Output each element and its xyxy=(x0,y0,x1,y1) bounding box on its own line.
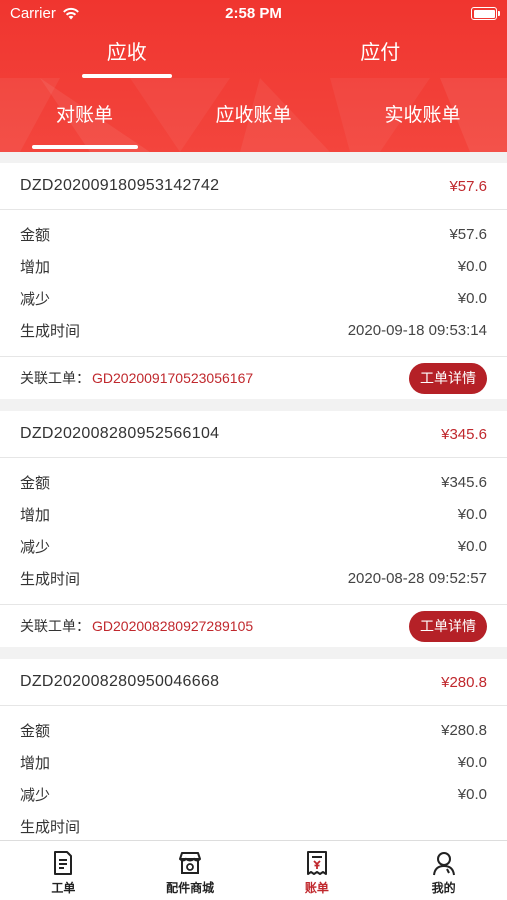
top-tabs: 应收 应付 xyxy=(0,36,507,78)
card-details: 金额 ¥345.6 增加 ¥0.0 减少 ¥0.0 生成时间 2020-08-28 09… xyxy=(0,458,507,605)
amount-row: 金额 ¥280.8 xyxy=(20,714,487,746)
increase-value: ¥0.0 xyxy=(457,753,487,771)
tab-payable[interactable]: 应付 xyxy=(254,36,507,78)
statement-number: DZD202008280952566104 xyxy=(20,425,220,442)
statement-card[interactable]: DZD202008280950046668 ¥280.8 金额 ¥280.8 增加… xyxy=(0,659,507,840)
clock: 2:58 PM xyxy=(225,5,282,22)
statement-list[interactable]: DZD202009180953142742 ¥57.6 金额 ¥57.6 增加 ¥0… xyxy=(0,163,507,840)
work-order-detail-button[interactable]: 工单详情 xyxy=(409,362,487,394)
decrease-row: 减少 ¥0.0 xyxy=(20,778,487,810)
statement-card[interactable]: DZD202009180953142742 ¥57.6 金额 ¥57.6 增加 ¥0… xyxy=(0,163,507,399)
related-order-label: 关联工单： xyxy=(20,370,90,386)
increase-label: 增加 xyxy=(20,506,51,524)
tabbar-item-parts-store[interactable]: 配件商城 xyxy=(127,841,254,900)
decrease-value: ¥0.0 xyxy=(457,289,487,307)
battery-icon xyxy=(471,7,500,20)
tabbar-label: 配件商城 xyxy=(166,881,215,895)
card-footer: 关联工单： GD202008280927289105 工单详情 xyxy=(0,605,507,647)
related-order-number[interactable]: GD202008280927289105 xyxy=(92,618,253,634)
work-order-detail-button[interactable]: 工单详情 xyxy=(409,610,487,642)
decrease-value: ¥0.0 xyxy=(457,785,487,803)
statement-total: ¥280.8 xyxy=(441,673,487,691)
card-details: 金额 ¥57.6 增加 ¥0.0 减少 ¥0.0 生成时间 2020-09-18 09:… xyxy=(0,210,507,357)
amount-row: 金额 ¥57.6 xyxy=(20,218,487,250)
increase-label: 增加 xyxy=(20,754,51,772)
amount-value: ¥280.8 xyxy=(441,721,487,739)
statement-total: ¥57.6 xyxy=(449,177,487,195)
created-row: 生成时间 2020-08-28 09:52:57 xyxy=(20,562,487,594)
card-header: DZD202009180953142742 ¥57.6 xyxy=(0,163,507,210)
related-order-label: 关联工单： xyxy=(20,618,90,634)
created-label: 生成时间 xyxy=(20,570,81,588)
related-order-number[interactable]: GD202009170523056167 xyxy=(92,370,253,386)
created-value: 2020-08-28 09:52:57 xyxy=(347,569,487,587)
work-order-icon xyxy=(54,851,73,875)
store-icon xyxy=(179,852,202,874)
tabbar-item-work-order[interactable]: 工单 xyxy=(0,841,127,900)
amount-label: 金额 xyxy=(20,474,51,492)
created-label: 生成时间 xyxy=(20,322,81,340)
statement-card[interactable]: DZD202008280952566104 ¥345.6 金额 ¥345.6 增加… xyxy=(0,411,507,647)
profile-icon xyxy=(432,852,455,876)
increase-row: 增加 ¥0.0 xyxy=(20,498,487,530)
tabbar-label: 我的 xyxy=(431,881,456,895)
increase-value: ¥0.0 xyxy=(457,257,487,275)
status-bar: Carrier 2:58 PM xyxy=(0,0,507,28)
decrease-row: 减少 ¥0.0 xyxy=(20,530,487,562)
bottom-tab-bar: 工单 配件商城 账单 我的 xyxy=(0,840,507,900)
tab-receivable[interactable]: 应收 xyxy=(0,36,254,78)
bill-icon xyxy=(306,851,327,875)
increase-row: 增加 ¥0.0 xyxy=(20,746,487,778)
amount-label: 金额 xyxy=(20,226,51,244)
sub-tabs: 对账单 应收账单 实收账单 xyxy=(0,96,507,152)
card-header: DZD202008280950046668 ¥280.8 xyxy=(0,659,507,706)
tabbar-label: 工单 xyxy=(51,881,76,895)
amount-label: 金额 xyxy=(20,722,51,740)
header: Carrier 2:58 PM 应收 应付 对账单 应收账单 实收账单 xyxy=(0,0,507,152)
created-value: 2020-09-18 09:53:14 xyxy=(347,321,487,339)
increase-row: 增加 ¥0.0 xyxy=(20,250,487,282)
increase-value: ¥0.0 xyxy=(457,505,487,523)
decrease-value: ¥0.0 xyxy=(457,537,487,555)
subtab-receivable-bill[interactable]: 应收账单 xyxy=(169,96,338,152)
tabbar-item-profile[interactable]: 我的 xyxy=(380,841,507,900)
increase-label: 增加 xyxy=(20,258,51,276)
tabbar-label: 账单 xyxy=(304,881,329,895)
subtab-statement[interactable]: 对账单 xyxy=(0,96,169,152)
created-row: 生成时间 xyxy=(20,810,487,840)
decrease-label: 减少 xyxy=(20,786,51,804)
decrease-label: 减少 xyxy=(20,290,51,308)
tabbar-item-bills[interactable]: 账单 xyxy=(254,841,381,900)
decrease-row: 减少 ¥0.0 xyxy=(20,282,487,314)
created-label: 生成时间 xyxy=(20,818,81,836)
amount-value: ¥57.6 xyxy=(449,225,487,243)
decrease-label: 减少 xyxy=(20,538,51,556)
amount-value: ¥345.6 xyxy=(441,473,487,491)
card-details: 金额 ¥280.8 增加 ¥0.0 减少 ¥0.0 生成时间 xyxy=(0,706,507,840)
created-row: 生成时间 2020-09-18 09:53:14 xyxy=(20,314,487,346)
statement-number: DZD202008280950046668 xyxy=(20,673,220,690)
subtab-received-bill[interactable]: 实收账单 xyxy=(338,96,507,152)
card-header: DZD202008280952566104 ¥345.6 xyxy=(0,411,507,458)
statement-number: DZD202009180953142742 xyxy=(20,177,220,194)
card-footer: 关联工单： GD202009170523056167 工单详情 xyxy=(0,357,507,399)
amount-row: 金额 ¥345.6 xyxy=(20,466,487,498)
statement-total: ¥345.6 xyxy=(441,425,487,443)
